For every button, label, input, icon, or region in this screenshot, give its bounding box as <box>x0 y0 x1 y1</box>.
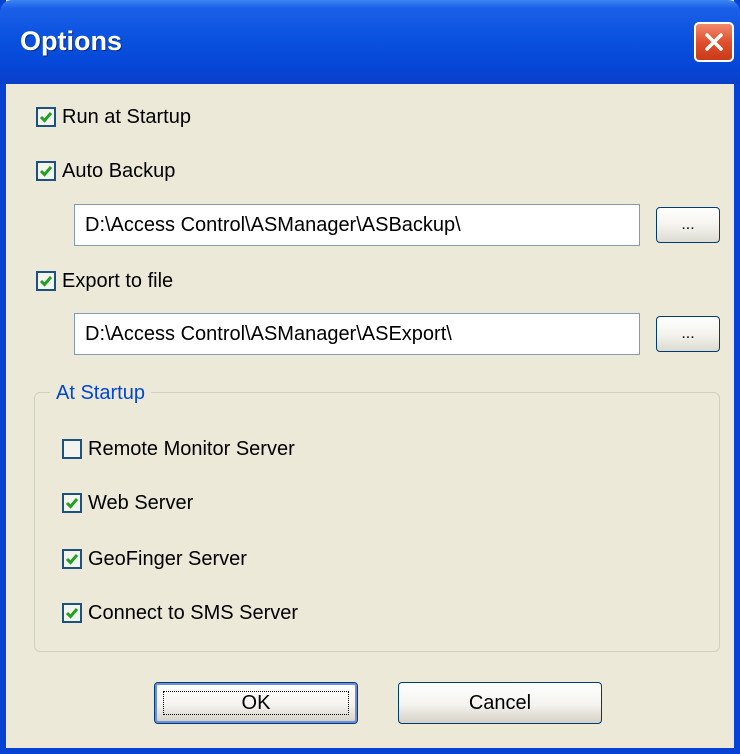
remote-monitor-server-checkbox[interactable] <box>62 439 82 459</box>
connect-to-sms-server-label: Connect to SMS Server <box>88 601 299 624</box>
checkmark-icon <box>65 608 79 619</box>
auto-backup-checkbox[interactable] <box>36 161 56 181</box>
cancel-button[interactable]: Cancel <box>398 682 602 724</box>
backup-browse-button[interactable]: ... <box>656 207 720 243</box>
export-path-field[interactable]: D:\Access Control\ASManager\ASExport\ <box>74 313 640 355</box>
connect-to-sms-server-checkbox[interactable] <box>62 603 82 623</box>
backup-path-field[interactable]: D:\Access Control\ASManager\ASBackup\ <box>74 204 640 246</box>
remote-monitor-server-label: Remote Monitor Server <box>88 437 295 460</box>
checkmark-icon <box>39 276 53 287</box>
window-title: Options <box>20 26 122 56</box>
startup-item-web-server[interactable]: Web Server <box>62 488 193 518</box>
geofinger-server-checkbox[interactable] <box>62 549 82 569</box>
checkmark-icon <box>39 166 53 177</box>
checkmark-icon <box>65 554 79 565</box>
auto-backup-label: Auto Backup <box>62 159 176 182</box>
export-to-file-option[interactable]: Export to file <box>36 266 173 296</box>
export-browse-button[interactable]: ... <box>656 316 720 352</box>
checkmark-icon <box>39 112 53 123</box>
ok-button[interactable]: OK <box>154 682 358 724</box>
close-icon <box>705 33 723 51</box>
ok-button-label: OK <box>241 692 271 714</box>
checkmark-icon <box>65 498 79 509</box>
cancel-button-label: Cancel <box>468 692 532 714</box>
at-startup-group-title: At Startup <box>50 382 151 405</box>
title-bar[interactable]: Options <box>0 0 740 84</box>
run-at-startup-option[interactable]: Run at Startup <box>36 102 191 132</box>
startup-item-geofinger-server[interactable]: GeoFinger Server <box>62 544 247 574</box>
run-at-startup-label: Run at Startup <box>62 105 191 128</box>
export-to-file-label: Export to file <box>62 269 174 292</box>
auto-backup-option[interactable]: Auto Backup <box>36 156 175 186</box>
run-at-startup-checkbox[interactable] <box>36 107 56 127</box>
startup-item-connect-to-sms-server[interactable]: Connect to SMS Server <box>62 598 298 628</box>
geofinger-server-label: GeoFinger Server <box>88 547 247 570</box>
web-server-checkbox[interactable] <box>62 493 82 513</box>
web-server-label: Web Server <box>88 491 194 514</box>
startup-item-remote-monitor-server[interactable]: Remote Monitor Server <box>62 434 295 464</box>
close-button[interactable] <box>694 22 734 62</box>
export-to-file-checkbox[interactable] <box>36 271 56 291</box>
